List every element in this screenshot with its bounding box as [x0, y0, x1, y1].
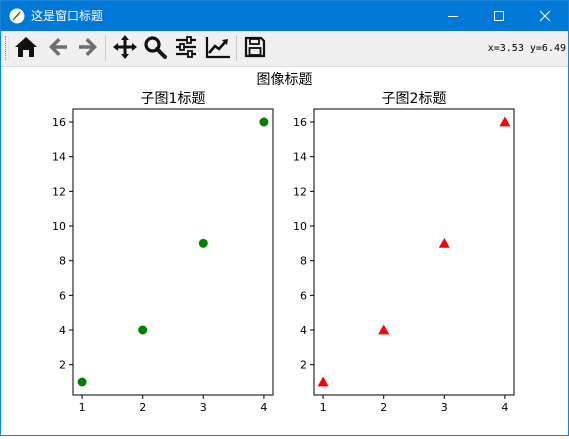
x-tick-label: 2: [380, 401, 387, 414]
x-tick-label: 4: [501, 401, 508, 414]
y-tick-label: 10: [293, 220, 307, 233]
navigation-toolbar: x=3.53 y=6.49: [1, 31, 568, 67]
maximize-button[interactable]: [476, 1, 522, 31]
home-button[interactable]: [13, 36, 39, 62]
y-tick-label: 10: [52, 220, 66, 233]
y-tick-label: 6: [300, 289, 307, 302]
y-tick-label: 16: [293, 116, 307, 129]
data-point: [77, 377, 87, 387]
app-window: 这是窗口标题 x=3.53 y=6.49 图像标题 子图1标题 1 2 3 4 …: [0, 0, 569, 436]
forward-button[interactable]: [75, 36, 101, 62]
x-tick-label: 1: [320, 401, 327, 414]
x-tick-label: 1: [79, 401, 86, 414]
close-icon: [539, 7, 551, 26]
y-tick-label: 16: [52, 116, 66, 129]
configure-subplots-button[interactable]: [173, 36, 199, 62]
save-icon: [244, 36, 266, 62]
plot-1-axes-frame: [72, 108, 274, 396]
data-point: [138, 325, 148, 335]
plot-2-title: 子图2标题: [382, 91, 447, 107]
y-tick-label: 8: [59, 255, 66, 268]
y-tick-label: 14: [52, 151, 66, 164]
maximize-icon: [493, 7, 505, 26]
back-button[interactable]: [45, 36, 71, 62]
home-icon: [14, 36, 38, 62]
back-icon: [47, 36, 69, 62]
toolbar-grip[interactable]: [5, 36, 9, 60]
x-tick-label: 2: [139, 401, 146, 414]
configure-subplots-icon: [174, 35, 198, 63]
data-point: [438, 237, 450, 248]
data-point: [499, 116, 511, 127]
y-tick-label: 2: [59, 359, 66, 372]
data-point: [317, 376, 329, 387]
zoom-button[interactable]: [142, 36, 168, 62]
edit-axis-button[interactable]: [205, 36, 231, 62]
minimize-icon: [447, 7, 459, 26]
toolbar-separator: [105, 35, 106, 61]
plot-2-axes-frame: [313, 108, 515, 396]
edit-axis-icon: [205, 35, 231, 63]
app-feather-icon: [9, 8, 25, 24]
toolbar-separator: [236, 35, 237, 61]
y-tick-label: 8: [300, 255, 307, 268]
y-tick-label: 14: [293, 151, 307, 164]
minimize-button[interactable]: [430, 1, 476, 31]
data-point: [198, 238, 208, 248]
zoom-icon: [143, 35, 167, 63]
figure-canvas[interactable]: 图像标题 子图1标题 1 2 3 4 2 4 6 8 10 12 14 16 子图2标题 1 2 3 4 2 4 6 8 1…: [1, 67, 568, 435]
pan-button[interactable]: [112, 35, 138, 63]
plot-1-title: 子图1标题: [141, 91, 206, 107]
figure-title: 图像标题: [256, 72, 313, 88]
save-button[interactable]: [242, 36, 268, 62]
plots-svg: 子图1标题1 2 3 4246810121416子图2标题1 2 3 42468101214…: [52, 91, 515, 414]
x-tick-label: 4: [260, 401, 267, 414]
forward-icon: [77, 36, 99, 62]
data-point: [378, 324, 390, 335]
title-bar[interactable]: 这是窗口标题: [1, 1, 568, 31]
close-button[interactable]: [522, 1, 568, 31]
window-title: 这是窗口标题: [31, 9, 104, 23]
y-tick-label: 12: [293, 185, 307, 198]
cursor-coordinates: x=3.53 y=6.49: [487, 43, 566, 54]
pan-icon: [113, 35, 137, 63]
y-tick-label: 6: [59, 289, 66, 302]
y-tick-label: 2: [300, 359, 307, 372]
y-tick-label: 12: [52, 185, 66, 198]
y-tick-label: 4: [300, 324, 307, 337]
x-tick-label: 3: [200, 401, 207, 414]
y-tick-label: 4: [59, 324, 66, 337]
x-tick-label: 3: [441, 401, 448, 414]
data-point: [259, 117, 269, 127]
